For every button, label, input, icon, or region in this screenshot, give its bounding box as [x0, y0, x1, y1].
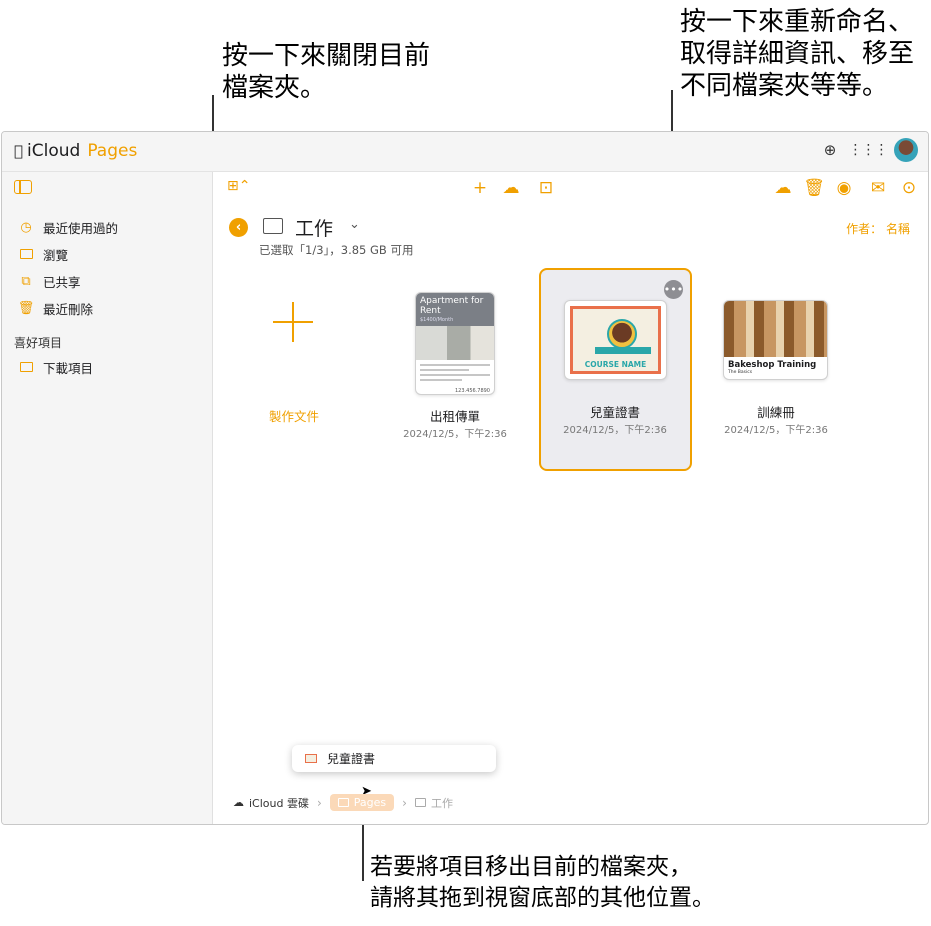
- brand-icloud: iCloud: [18, 141, 80, 161]
- main-content: ⊞⌃ + ☁ ⊡ ☁ 🗑 ◉ ✉ ⊙ ‹ 工作 ⌄ 已選取「1/3」，3.85 …: [213, 172, 928, 824]
- document-thumbnail-flyer[interactable]: Apartment for Rent $1400/Month 123.456.7…: [415, 292, 495, 395]
- more-icon[interactable]: ⊙: [898, 178, 920, 198]
- callout-line-2: 請將其拖到視窗底部的其他位置。: [370, 885, 715, 911]
- folder-icon: [18, 359, 34, 375]
- apple-logo-icon: : [14, 142, 23, 160]
- thumb-photo: [724, 301, 827, 357]
- sidebar-item-browse[interactable]: 瀏覽: [18, 244, 208, 264]
- sidebar-item-shared[interactable]: ⧉ 已共享: [18, 271, 208, 291]
- folder-icon: [263, 218, 283, 234]
- chevron-down-icon[interactable]: ⌄: [349, 217, 360, 232]
- download-icon[interactable]: ☁: [772, 178, 794, 198]
- document-name[interactable]: 出租傳單: [395, 406, 515, 425]
- thumb-subtitle: $1400/Month: [416, 317, 494, 326]
- folder-icon: [337, 798, 349, 807]
- sidebar-item-label: 已共享: [43, 274, 81, 290]
- callout-drag-out: 若要將項目移出目前的檔案夾， 請將其拖到視窗底部的其他位置。: [370, 852, 715, 914]
- drag-preview[interactable]: 兒童證書: [292, 745, 496, 772]
- sidebar-item-label: 最近刪除: [43, 301, 94, 317]
- folder-icon: [414, 798, 426, 807]
- close-folder-button[interactable]: ‹: [229, 218, 248, 237]
- breadcrumb-pages[interactable]: Pages: [329, 794, 395, 811]
- sidebar-toggle-icon[interactable]: [14, 180, 32, 194]
- mail-icon[interactable]: ✉: [867, 178, 889, 198]
- breadcrumb: ☁ iCloud 雲碟 › Pages › 工作: [233, 794, 453, 811]
- view-toggle-icon[interactable]: ⊞⌃: [227, 178, 250, 194]
- collaborate-icon[interactable]: ◉: [833, 178, 855, 198]
- thumb-text-lines: [416, 360, 494, 388]
- avatar[interactable]: [894, 138, 918, 162]
- sidebar: ◷ 最近使用過的 瀏覽 ⧉ 已共享 🗑 最近刪除 喜好項目 下載項目: [2, 172, 213, 824]
- breadcrumb-icloud-drive[interactable]: iCloud 雲碟: [249, 795, 309, 811]
- thumb-course-name: COURSE NAME: [584, 360, 647, 369]
- callout-line-2: 檔案夾。: [222, 73, 327, 103]
- drag-preview-label: 兒童證書: [327, 752, 376, 766]
- favorites-heading: 喜好項目: [14, 336, 63, 350]
- callout-more-actions: 按一下來重新命名、 取得詳細資訊、移至 不同檔案夾等等。: [680, 6, 914, 102]
- app-brand[interactable]:  iCloud Pages: [14, 141, 137, 161]
- thumb-phone: 123.456.7890: [455, 388, 490, 394]
- folder-icon: [18, 246, 34, 262]
- document-thumbnail-icon: [305, 754, 317, 763]
- app-grid-icon[interactable]: ⋮⋮⋮: [849, 138, 889, 162]
- thumb-photo: [416, 326, 494, 360]
- add-icon[interactable]: +: [469, 178, 491, 198]
- sidebar-item-downloads[interactable]: 下載項目: [18, 357, 208, 377]
- sidebar-item-recently-deleted[interactable]: 🗑 最近刪除: [18, 298, 208, 318]
- chevron-right-icon: ›: [316, 795, 322, 810]
- thumb-photo: [607, 319, 637, 349]
- callout-close-folder: 按一下來關閉目前 檔案夾。: [222, 40, 430, 104]
- folder-info: 已選取「1/3」，3.85 GB 可用: [259, 243, 414, 257]
- ellipsis-icon: •••: [663, 283, 684, 296]
- chevron-right-icon: ›: [402, 795, 407, 810]
- document-name[interactable]: 訓練冊: [716, 402, 836, 421]
- document-date: 2024/12/5，下午2:36: [563, 425, 667, 436]
- document-name[interactable]: 兒童證書: [555, 402, 675, 421]
- document-date: 2024/12/5，下午2:36: [403, 429, 507, 440]
- thumb-title: Apartment for Rent: [416, 293, 494, 317]
- thumb-ribbon: [595, 347, 651, 354]
- thumb-subtitle: The Basics: [728, 370, 753, 375]
- breadcrumb-work[interactable]: 工作: [414, 795, 453, 811]
- trash-icon[interactable]: 🗑: [803, 178, 825, 198]
- sidebar-item-label: 最近使用過的: [43, 220, 119, 236]
- sidebar-item-label: 瀏覽: [43, 247, 69, 263]
- callout-line-1: 若要將項目移出目前的檔案夾，: [370, 854, 692, 880]
- shared-folder-icon: ⧉: [21, 273, 31, 289]
- sidebar-item-recents[interactable]: ◷ 最近使用過的: [18, 217, 208, 237]
- document-more-button[interactable]: •••: [664, 280, 683, 299]
- document-thumbnail-training[interactable]: Bakeshop Training The Basics: [723, 300, 828, 380]
- breadcrumb-pages-label: Pages: [353, 796, 387, 809]
- brand-pages: Pages: [78, 141, 137, 161]
- thumb-certificate: COURSE NAME: [570, 306, 661, 374]
- create-document-button[interactable]: [273, 302, 313, 342]
- app-window:  iCloud Pages ⊕ ⋮⋮⋮ ◷ 最近使用過的 瀏覽 ⧉ 已共享 🗑…: [1, 131, 929, 825]
- callout-line-1: 按一下來重新命名、: [680, 7, 915, 37]
- add-circle-icon[interactable]: ⊕: [818, 138, 842, 162]
- create-document-label[interactable]: 製作文件: [269, 406, 319, 425]
- thumb-title: Bakeshop Training: [728, 360, 817, 370]
- sidebar-item-label: 下載項目: [43, 360, 94, 376]
- cloud-icon: ☁: [233, 796, 244, 809]
- callout-line-2: 取得詳細資訊、移至: [680, 39, 915, 69]
- document-thumbnail-certificate[interactable]: COURSE NAME: [564, 300, 667, 380]
- callout-line-3: 不同檔案夾等等。: [680, 71, 889, 101]
- callout-line-1: 按一下來關閉目前: [222, 41, 431, 71]
- trash-icon: 🗑: [17, 300, 35, 316]
- chevron-left-icon: ‹: [235, 220, 242, 235]
- folder-title[interactable]: 工作: [295, 214, 333, 241]
- document-date: 2024/12/5，下午2:36: [724, 425, 828, 436]
- clock-icon: ◷: [20, 219, 32, 235]
- new-folder-icon[interactable]: ⊡: [535, 178, 557, 198]
- upload-icon[interactable]: ☁: [500, 178, 522, 198]
- top-bar-actions: ⊕ ⋮⋮⋮: [818, 138, 918, 162]
- sort-menu[interactable]: 作者： 名稱: [846, 220, 910, 237]
- top-bar:  iCloud Pages ⊕ ⋮⋮⋮: [2, 132, 928, 172]
- breadcrumb-work-label: 工作: [430, 796, 453, 810]
